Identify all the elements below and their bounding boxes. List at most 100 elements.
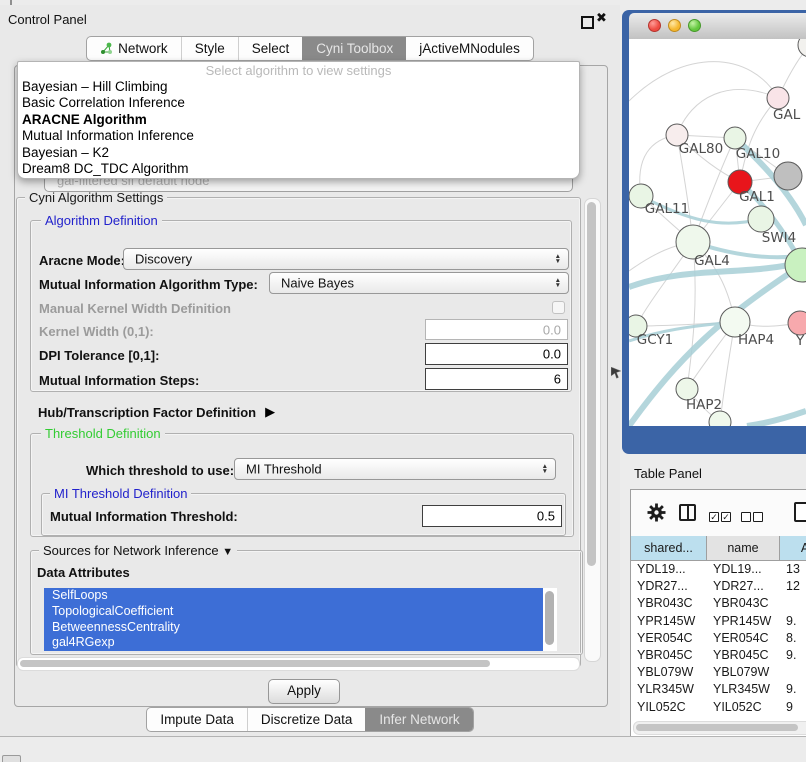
deselect-all-checkboxes-icon[interactable]	[741, 508, 763, 526]
collapse-down-icon[interactable]: ▼	[222, 546, 233, 558]
tab-discretize-data[interactable]: Discretize Data	[247, 708, 366, 731]
select-all-checkboxes-icon[interactable]: ✓✓	[709, 508, 731, 526]
aracne-mode-combobox[interactable]: Discovery ▲▼	[123, 248, 569, 270]
algorithm-dropdown-items: Bayesian – Hill ClimbingBasic Correlatio…	[18, 79, 579, 177]
tab-cyni-toolbox[interactable]: Cyni Toolbox	[302, 37, 406, 60]
settings-horizontal-scrollbar[interactable]	[17, 657, 580, 671]
data-attributes-list[interactable]: SelfLoopsTopologicalCoefficientBetweenne…	[44, 588, 557, 651]
close-traffic-light-icon[interactable]	[648, 19, 661, 32]
table-cell: YPR145W	[707, 613, 780, 630]
cyni-mode-tabstrip: Impute Data Discretize DataInfer Network	[146, 707, 473, 732]
table-cell: YBR045C	[631, 647, 707, 664]
attribute-item-topologicalcoefficient[interactable]: TopologicalCoefficient	[44, 604, 543, 620]
gear-icon[interactable]	[647, 503, 666, 522]
close-icon[interactable]: ✖	[596, 10, 607, 26]
float-window-icon[interactable]	[581, 16, 594, 29]
tab-network[interactable]: Network	[87, 37, 181, 60]
sources-title-text: Sources for Network Inference	[43, 543, 219, 558]
table-cell: 8.	[780, 630, 806, 647]
mi-threshold-field[interactable]: 0.5	[422, 505, 562, 527]
column-header-shared-name[interactable]: shared...	[631, 536, 707, 561]
attribute-list-scrollbar[interactable]	[545, 591, 554, 645]
expand-right-icon[interactable]: ▶	[265, 404, 275, 420]
table-cell: 9.	[780, 647, 806, 664]
mi-steps-label: Mutual Information Steps:	[39, 373, 199, 388]
network-node[interactable]	[748, 206, 774, 232]
attribute-item-betweennesscentrality[interactable]: BetweennessCentrality	[44, 620, 543, 636]
table-row[interactable]: YDR27...YDR27...12	[631, 578, 806, 595]
algorithm-option-dream8-dc-tdc-algorithm[interactable]: Dream8 DC_TDC Algorithm	[18, 161, 579, 177]
network-node[interactable]	[788, 311, 806, 335]
algorithm-option-bayesian-k2[interactable]: Bayesian – K2	[18, 145, 579, 161]
algorithm-dropdown-list: Select algorithm to view settings Bayesi…	[17, 61, 580, 179]
table-row[interactable]: YER054CYER054C8.	[631, 630, 806, 647]
mi-steps-field[interactable]: 6	[425, 368, 568, 390]
table-cell: YBR045C	[707, 647, 780, 664]
network-node[interactable]	[709, 411, 731, 426]
table-row[interactable]: YLR345WYLR345W9.	[631, 681, 806, 698]
column-selector-icon[interactable]	[679, 504, 696, 521]
application-window: Control Panel ✖ NetworkStyleSelectCyni T…	[0, 0, 806, 762]
which-threshold-value: MI Threshold	[246, 462, 322, 477]
zoom-traffic-light-icon[interactable]	[688, 19, 701, 32]
table-row[interactable]: YBR043CYBR043C	[631, 595, 806, 612]
network-node[interactable]	[767, 87, 789, 109]
mi-threshold-value: 0.5	[537, 509, 555, 524]
network-canvas[interactable]: GALGAL80GAL10GAL1GAL11SWI4GAL4HAP4YGCY1H…	[629, 39, 806, 426]
algorithm-option-aracne-algorithm[interactable]: ARACNE Algorithm	[18, 112, 579, 128]
minimize-traffic-light-icon[interactable]	[668, 19, 681, 32]
table-cell: YIL052C	[631, 699, 707, 716]
mi-type-combobox[interactable]: Naive Bayes ▲▼	[269, 272, 569, 294]
tab-jactivemnodules[interactable]: jActiveMNodules	[406, 37, 533, 60]
table-cell: 9	[780, 699, 806, 716]
node-label-gal4: GAL4	[694, 253, 730, 269]
dpi-tolerance-value: 0.0	[543, 347, 561, 362]
table-cell: YBL079W	[707, 664, 780, 681]
table-cell: YBL079W	[631, 664, 707, 681]
dpi-tolerance-label: DPI Tolerance [0,1]:	[39, 348, 159, 363]
algorithm-option-basic-correlation-inference[interactable]: Basic Correlation Inference	[18, 95, 579, 111]
table-cell: YER054C	[631, 630, 707, 647]
table-row[interactable]: YPR145WYPR145W9.	[631, 613, 806, 630]
node-label-hap2: HAP2	[686, 397, 722, 413]
mi-threshold-group-title: MI Threshold Definition	[50, 486, 191, 501]
mi-threshold-group: MI Threshold Definition Mutual Informati…	[41, 493, 566, 536]
column-header-partial[interactable]: A	[780, 536, 806, 561]
network-node[interactable]	[798, 39, 806, 57]
which-threshold-combobox[interactable]: MI Threshold ▲▼	[234, 458, 556, 480]
attribute-item-gal4rgexp[interactable]: gal4RGexp	[44, 635, 543, 651]
algorithm-dropdown-placeholder: Select algorithm to view settings	[18, 62, 579, 79]
table-cell: YER054C	[707, 630, 780, 647]
attribute-item-selfloops[interactable]: SelfLoops	[44, 588, 543, 604]
mouse-cursor	[611, 367, 622, 379]
tab-style[interactable]: Style	[181, 37, 238, 60]
table-row[interactable]: YDL19...YDL19...13	[631, 561, 806, 578]
network-view-window: GALGAL80GAL10GAL1GAL11SWI4GAL4HAP4YGCY1H…	[622, 10, 806, 454]
hub-factor-expander[interactable]: Hub/Transcription Factor Definition ▶	[38, 404, 275, 420]
document-icon[interactable]	[794, 502, 806, 522]
node-label-gal: GAL	[773, 107, 801, 123]
network-window-titlebar[interactable]	[629, 13, 806, 40]
table-row[interactable]: YBR045CYBR045C9.	[631, 647, 806, 664]
table-row[interactable]: YIL052CYIL052C9	[631, 699, 806, 716]
mi-threshold-label: Mutual Information Threshold:	[50, 509, 238, 524]
table-horizontal-scrollbar[interactable]	[633, 721, 806, 735]
column-header-name[interactable]: name	[707, 536, 780, 561]
bottom-left-button[interactable]	[2, 755, 21, 762]
tab-impute-data[interactable]: Impute Data	[147, 708, 247, 731]
sources-group-title[interactable]: Sources for Network Inference ▼	[39, 543, 237, 558]
algorithm-option-mutual-information-inference[interactable]: Mutual Information Inference	[18, 128, 579, 144]
kernel-width-field[interactable]: 0.0	[425, 319, 568, 340]
table-row[interactable]: YBL079WYBL079W	[631, 664, 806, 681]
table-toolbar: ✓✓	[631, 490, 806, 537]
apply-button[interactable]: Apply	[268, 679, 340, 704]
tab-select[interactable]: Select	[238, 37, 303, 60]
settings-vertical-scrollbar[interactable]	[584, 198, 601, 662]
dpi-tolerance-field[interactable]: 0.0	[425, 343, 568, 365]
tab-infer-network[interactable]: Infer Network	[365, 708, 472, 731]
manual-kernel-checkbox[interactable]	[552, 301, 565, 314]
algorithm-option-bayesian-hill-climbing[interactable]: Bayesian – Hill Climbing	[18, 79, 579, 95]
node-label-swi4: SWI4	[762, 230, 797, 246]
network-node[interactable]	[774, 162, 802, 190]
tab-label: Impute Data	[160, 712, 234, 727]
